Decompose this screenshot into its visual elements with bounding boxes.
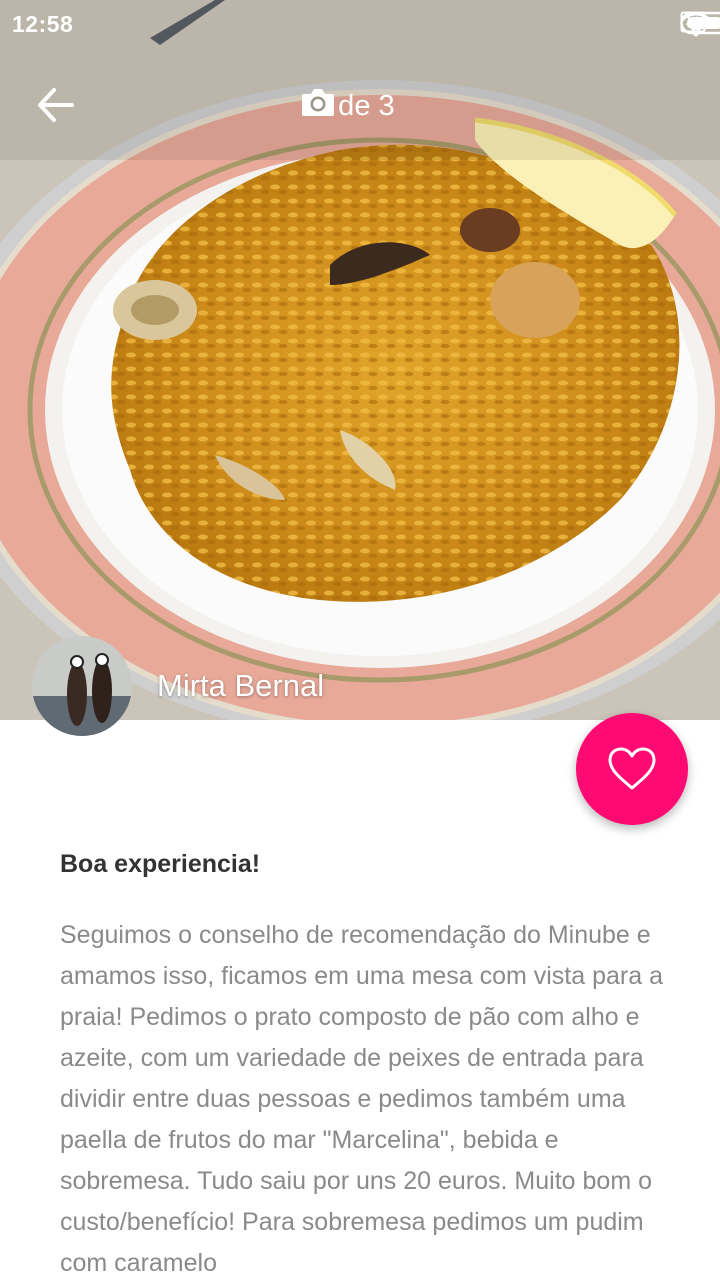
status-icons — [680, 11, 708, 39]
avatar[interactable] — [32, 636, 132, 736]
author-name[interactable]: Mirta Bernal — [157, 668, 324, 704]
review-body: Seguimos o conselho de recomendação do M… — [60, 915, 670, 1284]
review-title: Boa experiencia! — [60, 850, 260, 879]
arrow-left-icon — [28, 80, 84, 130]
status-bar: 12:58 — [0, 0, 720, 50]
favorite-button[interactable] — [576, 713, 688, 825]
status-time: 12:58 — [12, 11, 73, 38]
photo-counter: 1 de 3 — [300, 86, 395, 126]
review-photo[interactable]: 12:58 — [0, 0, 720, 720]
back-button[interactable] — [28, 80, 84, 130]
heart-icon — [606, 746, 658, 792]
